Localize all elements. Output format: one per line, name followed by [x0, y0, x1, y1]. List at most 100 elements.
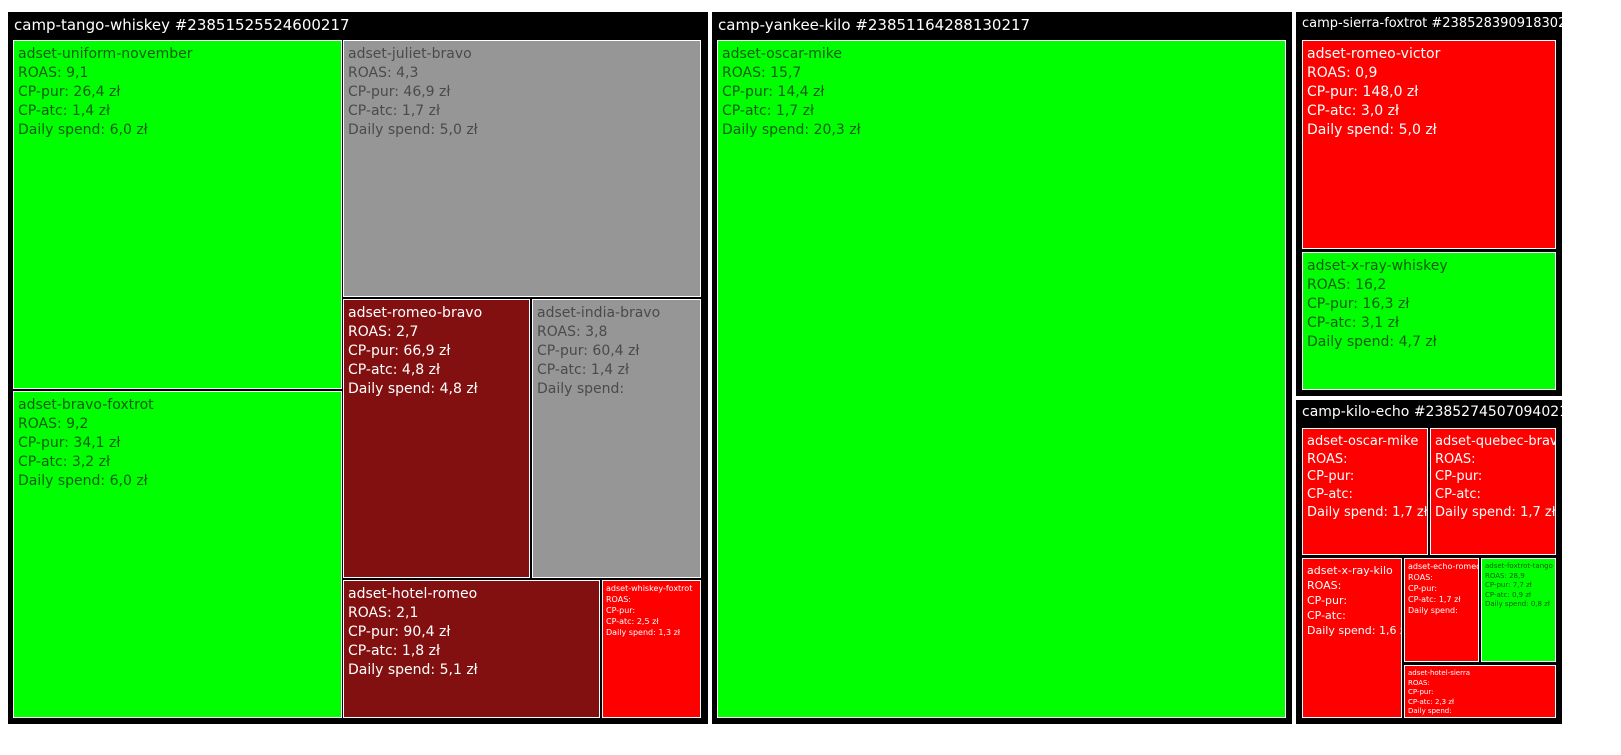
- metric-label: CP-pur:: [1307, 469, 1355, 485]
- metric-cp-pur: CP-pur:: [606, 606, 700, 617]
- metric-roas: ROAS: 15,7: [722, 64, 1285, 83]
- metric-value: 148,0 zł: [1362, 84, 1419, 100]
- metric-value: 4,7 zł: [1398, 334, 1437, 350]
- treemap-cell-adset-foxtrot-tango[interactable]: adset-foxtrot-tango ROAS: 28,9 CP-pur: 7,7…: [1481, 558, 1556, 662]
- metric-value: 0,8 zł: [1530, 600, 1550, 608]
- metric-label: CP-atc:: [348, 362, 398, 378]
- treemap-cell-adset-x-ray-whiskey[interactable]: adset-x-ray-whiskey ROAS: 16,2 CP-pur: 16,…: [1302, 252, 1556, 390]
- metric-cp-pur: CP-pur: 90,4 zł: [348, 623, 599, 642]
- metric-label: CP-pur:: [1307, 296, 1358, 312]
- metric-daily-spend: Daily spend: 4,7 zł: [1307, 333, 1555, 352]
- metric-value: 1,8 zł: [401, 643, 440, 659]
- campaign-title: camp-sierra-foxtrot #23852839091830217: [1302, 16, 1583, 31]
- treemap-cell-adset-romeo-victor[interactable]: adset-romeo-victor ROAS: 0,9 CP-pur: 148,0…: [1302, 40, 1556, 249]
- metric-label: CP-atc:: [348, 643, 398, 659]
- metric-roas: ROAS: 16,2: [1307, 276, 1555, 295]
- metric-label: Daily spend:: [1307, 334, 1395, 350]
- treemap-cell-adset-india-bravo[interactable]: adset-india-bravo ROAS: 3,8 CP-pur: 60,4 z…: [532, 299, 701, 578]
- metric-label: ROAS:: [348, 605, 392, 621]
- metric-label: CP-pur:: [1307, 594, 1348, 607]
- metric-daily-spend: Daily spend: 1,7 zł: [1307, 504, 1427, 522]
- campaign-title: camp-tango-whiskey #23851525524600217: [14, 16, 350, 34]
- metric-label: CP-atc:: [1307, 315, 1357, 331]
- metric-daily-spend: Daily spend: 0,8 zł: [1485, 600, 1555, 610]
- treemap-cell-adset-echo-romeo[interactable]: adset-echo-romeo ROAS: CP-pur: CP-atc: 1,7 …: [1404, 558, 1479, 662]
- treemap-cell-adset-oscar-mike[interactable]: adset-oscar-mike ROAS: 15,7 CP-pur: 14,4 z…: [717, 40, 1286, 718]
- metric-label: Daily spend:: [1408, 605, 1458, 615]
- metric-roas: ROAS: 0,9: [1307, 64, 1555, 83]
- metric-value: 3,0 zł: [1360, 103, 1399, 119]
- treemap-cell-adset-uniform-november[interactable]: adset-uniform-november ROAS: 9,1 CP-pur: 2…: [13, 40, 342, 389]
- treemap-cell-adset-bravo-foxtrot[interactable]: adset-bravo-foxtrot ROAS: 9,2 CP-pur: 34,1…: [13, 391, 342, 718]
- metric-value: 16,2: [1355, 277, 1387, 293]
- metric-cp-atc: CP-atc: 1,4 zł: [18, 102, 341, 121]
- treemap-cell-adset-juliet-bravo[interactable]: adset-juliet-bravo ROAS: 4,3 CP-pur: 46,9 …: [343, 40, 701, 297]
- metric-label: Daily spend:: [1408, 707, 1452, 715]
- adset-name: adset-hotel-sierra: [1408, 669, 1471, 677]
- metric-label: Daily spend:: [537, 381, 625, 397]
- treemap-cell-adset-hotel-sierra[interactable]: adset-hotel-sierra ROAS: CP-pur: CP-atc: 2,…: [1404, 665, 1556, 718]
- metric-value: 1,4 zł: [71, 103, 110, 119]
- metric-label: ROAS:: [1307, 65, 1351, 81]
- metric-cp-atc: CP-atc:: [1307, 608, 1401, 623]
- campaign-camp-kilo-echo: camp-kilo-echo #23852745070940217 adset-o…: [1296, 400, 1577, 724]
- metric-label: CP-pur:: [722, 84, 773, 100]
- metric-label: CP-atc:: [18, 103, 68, 119]
- metric-daily-spend: Daily spend: 4,8 zł: [348, 380, 529, 399]
- metric-value: 20,3 zł: [813, 122, 861, 138]
- treemap: camp-tango-whiskey #23851525524600217 ads…: [0, 0, 1621, 755]
- adset-name: adset-india-bravo: [537, 305, 661, 321]
- metric-label: Daily spend:: [1307, 504, 1388, 520]
- metric-daily-spend: Daily spend:: [1408, 707, 1555, 717]
- metric-label: Daily spend:: [606, 627, 656, 637]
- adset-name: adset-foxtrot-tango: [1485, 562, 1553, 570]
- metric-label: CP-atc:: [1307, 609, 1346, 622]
- metric-label: ROAS:: [18, 65, 62, 81]
- metric-label: CP-atc:: [1408, 697, 1433, 706]
- metric-value: 2,3 zł: [1434, 697, 1454, 706]
- treemap-cell-adset-romeo-bravo[interactable]: adset-romeo-bravo ROAS: 2,7 CP-pur: 66,9 z…: [343, 299, 530, 578]
- metric-roas: ROAS: 28,9: [1485, 572, 1555, 582]
- metric-label: ROAS:: [1435, 451, 1476, 467]
- metric-label: Daily spend:: [1485, 600, 1529, 608]
- metric-roas: ROAS:: [1408, 573, 1478, 584]
- metric-label: Daily spend:: [1307, 122, 1395, 138]
- metric-cp-pur: CP-pur: 46,9 zł: [348, 83, 700, 102]
- metric-value: 1,4 zł: [590, 362, 629, 378]
- treemap-cell-adset-hotel-romeo[interactable]: adset-hotel-romeo ROAS: 2,1 CP-pur: 90,4 z…: [343, 580, 600, 718]
- adset-name: adset-quebec-bravo: [1435, 434, 1556, 449]
- metric-cp-atc: CP-atc:: [1435, 486, 1555, 504]
- metric-roas: ROAS: 9,1: [18, 64, 341, 83]
- metric-label: ROAS:: [1485, 571, 1507, 580]
- metric-label: CP-pur:: [18, 84, 69, 100]
- metric-roas: ROAS:: [1408, 679, 1555, 689]
- metric-value: 14,4 zł: [777, 84, 825, 100]
- adset-name: adset-echo-romeo: [1408, 562, 1479, 571]
- metric-daily-spend: Daily spend: 20,3 zł: [722, 121, 1285, 140]
- treemap-cell-adset-oscar-mike[interactable]: adset-oscar-mike ROAS: CP-pur: CP-atc: Daily…: [1302, 428, 1428, 555]
- treemap-cell-adset-whiskey-foxtrot[interactable]: adset-whiskey-foxtrot ROAS: CP-pur: CP-atc:…: [602, 580, 701, 718]
- metric-roas: ROAS:: [1307, 578, 1401, 593]
- metric-roas: ROAS:: [1435, 451, 1555, 469]
- metric-label: CP-atc:: [722, 103, 772, 119]
- metric-label: CP-atc:: [18, 454, 68, 470]
- metric-value: 1,7 zł: [1438, 594, 1461, 604]
- metric-value: 5,1 zł: [439, 662, 478, 678]
- metric-cp-atc: CP-atc:: [1307, 486, 1427, 504]
- metric-label: Daily spend:: [348, 381, 436, 397]
- metric-value: 46,9 zł: [403, 84, 451, 100]
- metric-value: 0,9 zł: [1511, 590, 1531, 599]
- metric-value: 4,3: [396, 65, 419, 81]
- adset-name: adset-bravo-foxtrot: [18, 397, 154, 413]
- metric-cp-pur: CP-pur: 148,0 zł: [1307, 83, 1555, 102]
- metric-daily-spend: Daily spend:: [1408, 606, 1478, 617]
- campaign-camp-yankee-kilo: camp-yankee-kilo #23851164288130217 adset…: [712, 12, 1292, 724]
- adset-name: adset-x-ray-kilo: [1307, 564, 1393, 577]
- treemap-cell-adset-quebec-bravo[interactable]: adset-quebec-bravo ROAS: CP-pur: CP-atc: Dai…: [1430, 428, 1556, 555]
- metric-label: CP-atc:: [1435, 487, 1481, 503]
- adset-name: adset-romeo-victor: [1307, 46, 1441, 62]
- treemap-cell-adset-x-ray-kilo[interactable]: adset-x-ray-kilo ROAS: CP-pur: CP-atc: Daily…: [1302, 558, 1402, 718]
- metric-label: Daily spend:: [348, 662, 436, 678]
- metric-value: 2,1: [396, 605, 419, 621]
- metric-daily-spend: Daily spend: 6,0 zł: [18, 121, 341, 140]
